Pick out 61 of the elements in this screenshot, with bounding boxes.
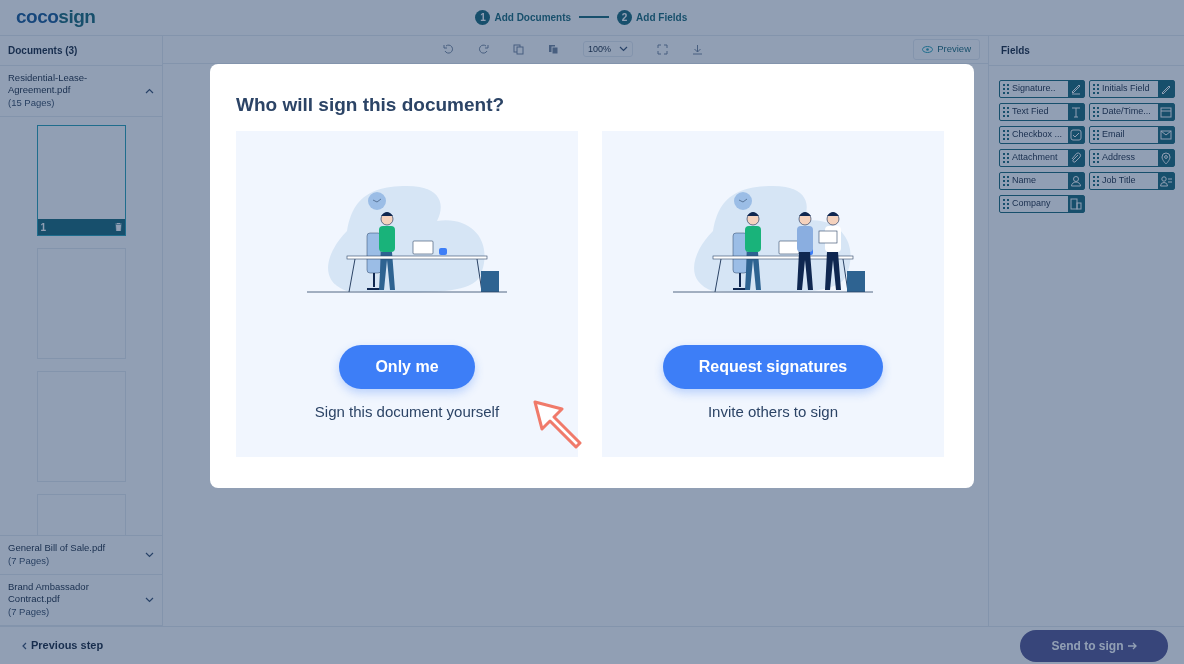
building-icon — [1068, 195, 1084, 212]
page-count: (7 Pages) — [8, 604, 51, 619]
field-item[interactable]: Company — [999, 194, 1085, 213]
envelope-icon — [1158, 126, 1174, 143]
person-icon — [1068, 172, 1084, 189]
chevron-down-icon[interactable] — [145, 596, 154, 603]
field-item[interactable]: Name — [999, 171, 1085, 190]
chevron-down-icon[interactable] — [619, 46, 628, 53]
panel-title: Fields — [989, 35, 1184, 66]
send-button[interactable]: Send to sign — [1020, 629, 1168, 662]
field-item[interactable]: Date/Time... — [1089, 102, 1175, 121]
location-pin-icon — [1158, 149, 1174, 166]
previous-step-link[interactable]: Previous step — [16, 636, 110, 655]
chevron-down-icon[interactable] — [145, 551, 154, 558]
page-number: 1 — [40, 220, 47, 235]
document-name[interactable]: Brand Ambassador Contract.pdf — [8, 580, 118, 605]
option-button[interactable]: Only me — [339, 344, 475, 389]
field-item[interactable]: Signature.. — [999, 79, 1085, 98]
field-item[interactable]: Attachment — [999, 148, 1085, 167]
logo-text: coco — [16, 5, 59, 30]
fullscreen-icon[interactable] — [657, 43, 668, 55]
arrow-right-icon — [1127, 641, 1137, 650]
undo-icon[interactable] — [443, 43, 454, 55]
redo-icon[interactable] — [478, 43, 489, 55]
paperclip-icon — [1068, 149, 1084, 166]
field-item[interactable]: Job Title — [1089, 171, 1175, 190]
dialog-title: Who will sign this document? — [236, 94, 506, 117]
trash-icon[interactable] — [114, 223, 122, 232]
field-item[interactable]: Checkbox ... — [999, 125, 1085, 144]
logo-text: sign — [58, 5, 96, 30]
download-icon[interactable] — [692, 43, 703, 55]
option-caption: Invite others to sign — [707, 401, 839, 422]
paste-icon[interactable] — [548, 43, 559, 55]
chevron-left-icon — [22, 641, 27, 650]
step-label[interactable]: Add Documents — [494, 9, 572, 25]
chevron-up-icon[interactable] — [145, 88, 154, 95]
page-thumbnail[interactable]: 1 — [36, 125, 126, 237]
field-item[interactable]: Address — [1089, 148, 1175, 167]
option-caption: Sign this document yourself — [314, 401, 500, 422]
field-item[interactable]: Email — [1089, 125, 1175, 144]
step-number: 2 — [617, 9, 633, 25]
text-icon — [1068, 103, 1084, 120]
step-number: 1 — [475, 9, 491, 25]
step-label[interactable]: Add Fields — [636, 9, 688, 25]
calendar-icon — [1158, 103, 1174, 120]
document-name[interactable]: General Bill of Sale.pdf — [8, 541, 118, 554]
zoom-dropdown[interactable]: 100% — [583, 41, 633, 58]
pen-icon — [1158, 80, 1174, 97]
signature-pen-icon — [1068, 80, 1084, 97]
person-card-icon — [1158, 172, 1174, 189]
sidebar-title: Documents (3) — [0, 35, 162, 66]
page-count: (7 Pages) — [8, 553, 51, 568]
copy-icon[interactable] — [513, 43, 524, 55]
preview-button[interactable]: Preview — [913, 39, 980, 60]
document-name[interactable]: Residential-Lease-Agreement.pdf — [8, 71, 118, 96]
field-item[interactable]: Initials Field — [1089, 79, 1175, 98]
field-item[interactable]: Text Fied — [999, 102, 1085, 121]
option-button[interactable]: Request signatures — [662, 344, 884, 389]
page-count: (15 Pages) — [8, 95, 56, 110]
checkbox-icon — [1068, 126, 1084, 143]
eye-icon — [922, 45, 934, 53]
